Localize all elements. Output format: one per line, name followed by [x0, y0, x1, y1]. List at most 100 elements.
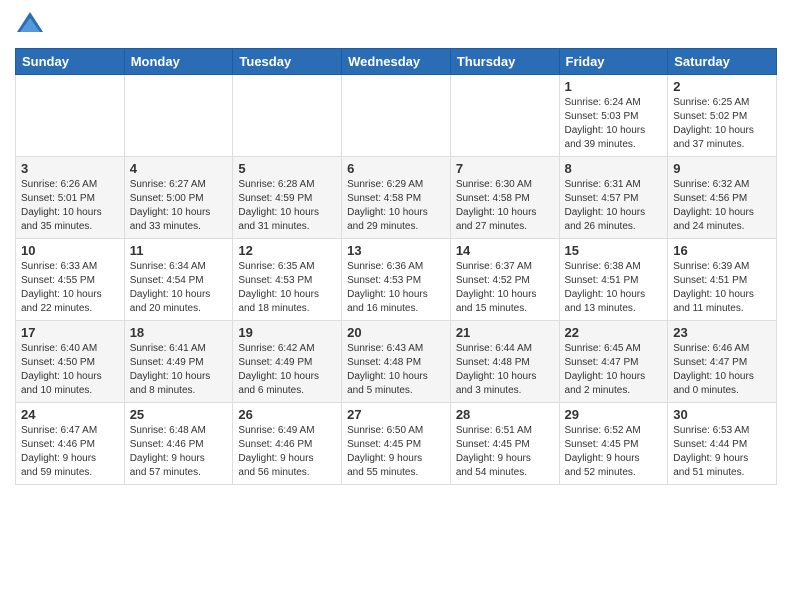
- calendar-week-2: 3 Sunrise: 6:26 AM Sunset: 5:01 PM Daylig…: [16, 157, 777, 239]
- day-number: 19: [238, 325, 336, 340]
- day-info: Sunrise: 6:47 AM Sunset: 4:46 PM Dayligh…: [21, 424, 119, 480]
- calendar-cell: 10 Sunrise: 6:33 AM Sunset: 4:55 PM Dayli…: [16, 239, 125, 321]
- day-info: Sunrise: 6:45 AM Sunset: 4:47 PM Dayligh…: [565, 342, 663, 398]
- calendar-header-thursday: Thursday: [450, 49, 559, 75]
- page: SundayMondayTuesdayWednesdayThursdayFrid…: [0, 0, 792, 612]
- calendar-cell: 22 Sunrise: 6:45 AM Sunset: 4:47 PM Dayli…: [559, 321, 668, 403]
- calendar-cell: [450, 75, 559, 157]
- calendar-cell: [124, 75, 233, 157]
- calendar-cell: 3 Sunrise: 6:26 AM Sunset: 5:01 PM Daylig…: [16, 157, 125, 239]
- day-number: 3: [21, 161, 119, 176]
- calendar-cell: 28 Sunrise: 6:51 AM Sunset: 4:45 PM Dayli…: [450, 403, 559, 485]
- day-number: 24: [21, 407, 119, 422]
- calendar-cell: [16, 75, 125, 157]
- day-info: Sunrise: 6:25 AM Sunset: 5:02 PM Dayligh…: [673, 96, 771, 152]
- calendar-cell: 23 Sunrise: 6:46 AM Sunset: 4:47 PM Dayli…: [668, 321, 777, 403]
- day-number: 6: [347, 161, 445, 176]
- day-info: Sunrise: 6:39 AM Sunset: 4:51 PM Dayligh…: [673, 260, 771, 316]
- day-info: Sunrise: 6:37 AM Sunset: 4:52 PM Dayligh…: [456, 260, 554, 316]
- calendar-cell: 18 Sunrise: 6:41 AM Sunset: 4:49 PM Dayli…: [124, 321, 233, 403]
- calendar-header-saturday: Saturday: [668, 49, 777, 75]
- day-info: Sunrise: 6:43 AM Sunset: 4:48 PM Dayligh…: [347, 342, 445, 398]
- day-number: 5: [238, 161, 336, 176]
- calendar-cell: 16Sunrise: 6:39 AM Sunset: 4:51 PM Dayli…: [668, 239, 777, 321]
- day-number: 8: [565, 161, 663, 176]
- day-number: 10: [21, 243, 119, 258]
- day-number: 29: [565, 407, 663, 422]
- day-info: Sunrise: 6:36 AM Sunset: 4:53 PM Dayligh…: [347, 260, 445, 316]
- day-info: Sunrise: 6:52 AM Sunset: 4:45 PM Dayligh…: [565, 424, 663, 480]
- calendar-cell: 6 Sunrise: 6:29 AM Sunset: 4:58 PM Daylig…: [342, 157, 451, 239]
- day-info: Sunrise: 6:26 AM Sunset: 5:01 PM Dayligh…: [21, 178, 119, 234]
- calendar-header-monday: Monday: [124, 49, 233, 75]
- header: [15, 10, 777, 40]
- day-info: Sunrise: 6:35 AM Sunset: 4:53 PM Dayligh…: [238, 260, 336, 316]
- day-number: 1: [565, 79, 663, 94]
- day-info: Sunrise: 6:31 AM Sunset: 4:57 PM Dayligh…: [565, 178, 663, 234]
- day-info: Sunrise: 6:32 AM Sunset: 4:56 PM Dayligh…: [673, 178, 771, 234]
- day-number: 26: [238, 407, 336, 422]
- day-info: Sunrise: 6:28 AM Sunset: 4:59 PM Dayligh…: [238, 178, 336, 234]
- calendar-cell: 20 Sunrise: 6:43 AM Sunset: 4:48 PM Dayli…: [342, 321, 451, 403]
- calendar-header-row: SundayMondayTuesdayWednesdayThursdayFrid…: [16, 49, 777, 75]
- day-number: 15: [565, 243, 663, 258]
- day-info: Sunrise: 6:40 AM Sunset: 4:50 PM Dayligh…: [21, 342, 119, 398]
- day-info: Sunrise: 6:50 AM Sunset: 4:45 PM Dayligh…: [347, 424, 445, 480]
- day-info: Sunrise: 6:34 AM Sunset: 4:54 PM Dayligh…: [130, 260, 228, 316]
- day-number: 12: [238, 243, 336, 258]
- calendar: SundayMondayTuesdayWednesdayThursdayFrid…: [15, 48, 777, 485]
- day-number: 28: [456, 407, 554, 422]
- day-number: 7: [456, 161, 554, 176]
- calendar-cell: 24 Sunrise: 6:47 AM Sunset: 4:46 PM Dayli…: [16, 403, 125, 485]
- day-info: Sunrise: 6:51 AM Sunset: 4:45 PM Dayligh…: [456, 424, 554, 480]
- calendar-cell: 25 Sunrise: 6:48 AM Sunset: 4:46 PM Dayli…: [124, 403, 233, 485]
- day-number: 4: [130, 161, 228, 176]
- day-number: 20: [347, 325, 445, 340]
- calendar-cell: 7Sunrise: 6:30 AM Sunset: 4:58 PM Daylig…: [450, 157, 559, 239]
- calendar-cell: 17 Sunrise: 6:40 AM Sunset: 4:50 PM Dayli…: [16, 321, 125, 403]
- calendar-week-5: 24 Sunrise: 6:47 AM Sunset: 4:46 PM Dayli…: [16, 403, 777, 485]
- day-info: Sunrise: 6:33 AM Sunset: 4:55 PM Dayligh…: [21, 260, 119, 316]
- day-number: 11: [130, 243, 228, 258]
- day-info: Sunrise: 6:49 AM Sunset: 4:46 PM Dayligh…: [238, 424, 336, 480]
- day-number: 14: [456, 243, 554, 258]
- calendar-cell: 14 Sunrise: 6:37 AM Sunset: 4:52 PM Dayli…: [450, 239, 559, 321]
- calendar-week-4: 17 Sunrise: 6:40 AM Sunset: 4:50 PM Dayli…: [16, 321, 777, 403]
- day-number: 17: [21, 325, 119, 340]
- day-number: 27: [347, 407, 445, 422]
- day-info: Sunrise: 6:38 AM Sunset: 4:51 PM Dayligh…: [565, 260, 663, 316]
- calendar-header-wednesday: Wednesday: [342, 49, 451, 75]
- calendar-header-sunday: Sunday: [16, 49, 125, 75]
- calendar-week-3: 10 Sunrise: 6:33 AM Sunset: 4:55 PM Dayli…: [16, 239, 777, 321]
- day-number: 22: [565, 325, 663, 340]
- logo-icon: [15, 10, 45, 40]
- calendar-cell: 9 Sunrise: 6:32 AM Sunset: 4:56 PM Daylig…: [668, 157, 777, 239]
- calendar-cell: 13Sunrise: 6:36 AM Sunset: 4:53 PM Dayli…: [342, 239, 451, 321]
- calendar-cell: 15 Sunrise: 6:38 AM Sunset: 4:51 PM Dayli…: [559, 239, 668, 321]
- calendar-cell: 1 Sunrise: 6:24 AM Sunset: 5:03 PM Daylig…: [559, 75, 668, 157]
- calendar-cell: 4Sunrise: 6:27 AM Sunset: 5:00 PM Daylig…: [124, 157, 233, 239]
- day-info: Sunrise: 6:41 AM Sunset: 4:49 PM Dayligh…: [130, 342, 228, 398]
- day-number: 9: [673, 161, 771, 176]
- day-number: 23: [673, 325, 771, 340]
- calendar-cell: 29 Sunrise: 6:52 AM Sunset: 4:45 PM Dayli…: [559, 403, 668, 485]
- calendar-cell: 27 Sunrise: 6:50 AM Sunset: 4:45 PM Dayli…: [342, 403, 451, 485]
- day-number: 21: [456, 325, 554, 340]
- calendar-cell: 8 Sunrise: 6:31 AM Sunset: 4:57 PM Daylig…: [559, 157, 668, 239]
- day-number: 25: [130, 407, 228, 422]
- day-info: Sunrise: 6:48 AM Sunset: 4:46 PM Dayligh…: [130, 424, 228, 480]
- calendar-cell: [233, 75, 342, 157]
- day-info: Sunrise: 6:29 AM Sunset: 4:58 PM Dayligh…: [347, 178, 445, 234]
- day-info: Sunrise: 6:44 AM Sunset: 4:48 PM Dayligh…: [456, 342, 554, 398]
- calendar-cell: 11 Sunrise: 6:34 AM Sunset: 4:54 PM Dayli…: [124, 239, 233, 321]
- day-number: 18: [130, 325, 228, 340]
- day-number: 30: [673, 407, 771, 422]
- logo: [15, 10, 49, 40]
- calendar-cell: 21 Sunrise: 6:44 AM Sunset: 4:48 PM Dayli…: [450, 321, 559, 403]
- calendar-cell: 2Sunrise: 6:25 AM Sunset: 5:02 PM Daylig…: [668, 75, 777, 157]
- calendar-cell: [342, 75, 451, 157]
- calendar-header-friday: Friday: [559, 49, 668, 75]
- day-info: Sunrise: 6:24 AM Sunset: 5:03 PM Dayligh…: [565, 96, 663, 152]
- calendar-cell: 12 Sunrise: 6:35 AM Sunset: 4:53 PM Dayli…: [233, 239, 342, 321]
- day-info: Sunrise: 6:46 AM Sunset: 4:47 PM Dayligh…: [673, 342, 771, 398]
